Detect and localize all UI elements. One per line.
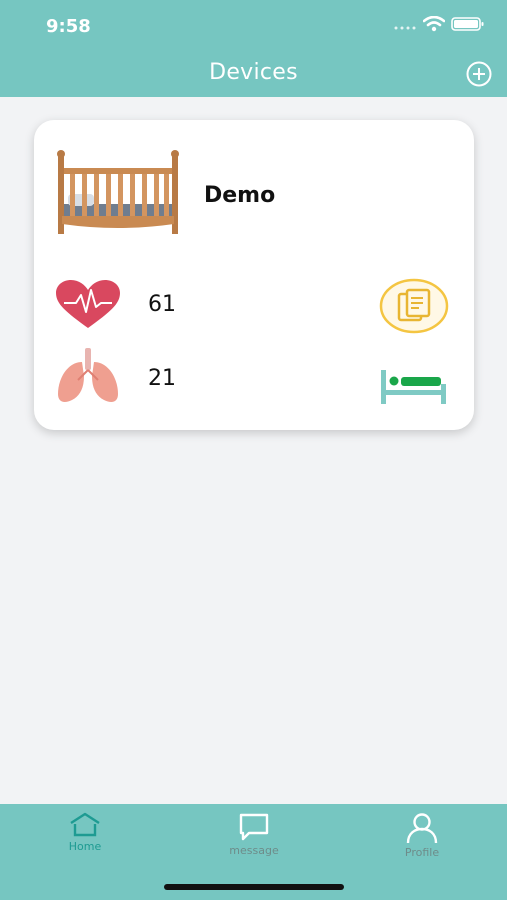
plus-circle-icon (466, 61, 492, 87)
crib-icon (54, 150, 182, 240)
report-icon (379, 278, 449, 334)
battery-icon (451, 16, 485, 37)
signal-dots-icon (393, 18, 417, 36)
add-device-button[interactable] (465, 60, 493, 88)
tab-home-label: Home (68, 840, 102, 853)
profile-icon (406, 813, 438, 844)
status-time: 9:58 (46, 16, 91, 37)
heart-icon (54, 280, 122, 330)
report-button[interactable] (379, 278, 449, 334)
heart-rate-value: 61 (148, 292, 176, 317)
home-indicator (164, 884, 344, 890)
tab-profile[interactable]: Profile (372, 812, 472, 859)
sleep-status-button[interactable] (379, 366, 449, 406)
respiration-rate-value: 21 (148, 366, 176, 391)
page-title: Devices (209, 60, 298, 85)
tab-message-label: message (229, 844, 279, 857)
tab-profile-label: Profile (404, 846, 440, 859)
lungs-icon (54, 348, 122, 406)
bed-icon (381, 370, 446, 404)
tab-message[interactable]: message (204, 812, 304, 857)
device-name: Demo (204, 183, 276, 208)
tab-home[interactable]: Home (35, 812, 135, 853)
status-icons (393, 15, 485, 37)
wifi-icon (422, 15, 446, 37)
device-card[interactable]: Demo 61 21 (34, 120, 474, 430)
message-icon (239, 813, 269, 841)
home-icon (70, 812, 100, 837)
top-bar: 9:58 Devices (0, 0, 507, 97)
